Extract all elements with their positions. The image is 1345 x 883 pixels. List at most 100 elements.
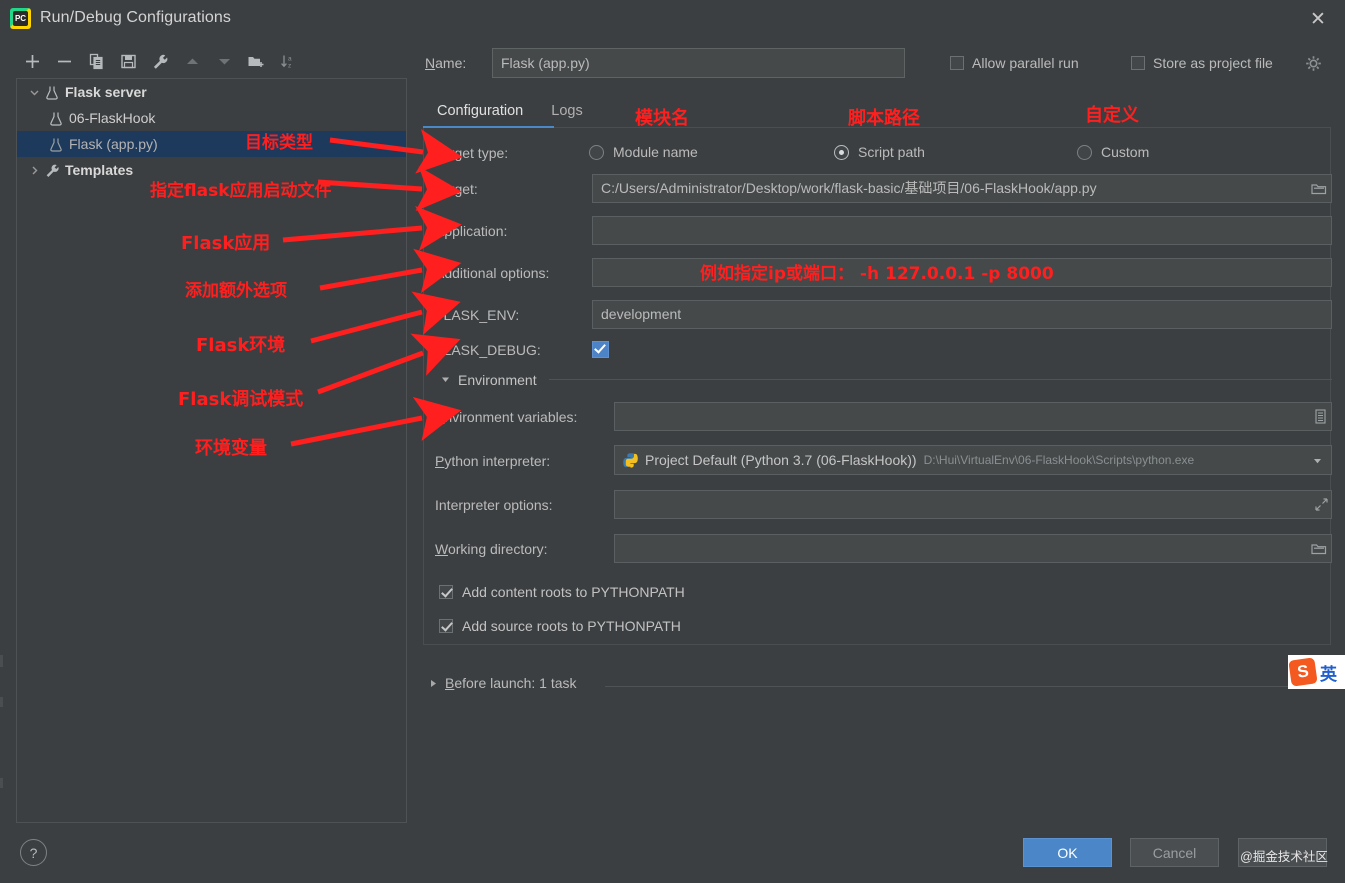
folder-icon[interactable] xyxy=(1308,535,1330,562)
python-icon xyxy=(622,452,639,469)
flask-debug-label: FLASK_DEBUG: xyxy=(435,342,541,358)
flask-icon xyxy=(47,109,65,127)
move-down-button[interactable] xyxy=(208,47,240,75)
apply-button[interactable] xyxy=(1238,838,1327,867)
name-input[interactable] xyxy=(492,48,905,78)
move-up-button[interactable] xyxy=(176,47,208,75)
section-divider xyxy=(549,379,1332,380)
edge-decoration xyxy=(0,655,3,667)
add-content-roots-checkbox[interactable]: Add content roots to PYTHONPATH xyxy=(439,584,685,600)
name-label: Name: xyxy=(425,55,467,71)
working-directory-input[interactable] xyxy=(614,534,1332,563)
interpreter-options-input[interactable] xyxy=(614,490,1332,519)
store-as-project-file-checkbox[interactable]: Store as project file xyxy=(1131,55,1273,71)
additional-options-label: Additional options: xyxy=(435,265,550,281)
remove-button[interactable] xyxy=(48,47,80,75)
annotation-custom: 自定义 xyxy=(1085,105,1139,126)
annotation-additional-options-example: 例如指定ip或端口： -h 127.0.0.1 -p 8000 xyxy=(700,264,1054,284)
interpreter-options-label: Interpreter options: xyxy=(435,497,553,513)
tree-item-flask-server[interactable]: Flask server xyxy=(17,79,406,105)
environment-section-label: Environment xyxy=(458,372,537,388)
radio-custom-label: Custom xyxy=(1101,144,1150,160)
radio-script-path-label: Script path xyxy=(858,144,925,160)
close-icon[interactable]: ✕ xyxy=(1305,6,1331,32)
new-folder-button[interactable] xyxy=(240,47,272,75)
radio-dot xyxy=(834,144,849,160)
working-directory-label: Working directory: xyxy=(435,541,548,557)
tree-item-flask-app-py[interactable]: Flask (app.py) xyxy=(17,131,406,157)
annotation-flask-debug: Flask调试模式 xyxy=(178,389,304,410)
svg-text:a: a xyxy=(288,55,292,62)
radio-module-name[interactable]: Module name xyxy=(589,144,698,160)
annotation-target-type: 目标类型 xyxy=(245,133,313,153)
flask-icon xyxy=(47,135,65,153)
application-label: Application: xyxy=(435,223,508,239)
sogou-logo-icon: S xyxy=(1288,657,1318,687)
copy-button[interactable] xyxy=(80,47,112,75)
sort-button[interactable]: a z xyxy=(272,47,304,75)
add-source-roots-label: Add source roots to PYTHONPATH xyxy=(462,618,681,634)
flask-env-input[interactable]: development xyxy=(592,300,1332,329)
annotation-target-file: 指定flask应用启动文件 xyxy=(150,181,332,201)
radio-dot xyxy=(1077,144,1092,160)
before-launch-label: Before launch: 1 task xyxy=(445,675,577,691)
flask-env-label: FLASK_ENV: xyxy=(435,307,520,323)
chevron-down-icon[interactable] xyxy=(25,83,43,101)
save-button[interactable] xyxy=(112,47,144,75)
tab-configuration[interactable]: Configuration xyxy=(423,96,537,126)
python-interpreter-value: Project Default (Python 3.7 (06-FlaskHoo… xyxy=(645,452,917,468)
sogou-ime-badge: S 英 xyxy=(1288,655,1345,689)
python-interpreter-label: Python interpreter: xyxy=(435,453,551,469)
annotation-flask-app: Flask应用 xyxy=(181,233,271,254)
store-as-project-file-label: Store as project file xyxy=(1153,55,1273,71)
checkbox-box xyxy=(439,619,453,633)
cancel-button[interactable]: Cancel xyxy=(1130,838,1219,867)
triangle-right-icon[interactable] xyxy=(428,678,438,689)
add-content-roots-label: Add content roots to PYTHONPATH xyxy=(462,584,685,600)
tab-logs[interactable]: Logs xyxy=(537,96,596,126)
gear-icon[interactable] xyxy=(1305,55,1322,75)
python-interpreter-hint: D:\Hui\VirtualEnv\06-FlaskHook\Scripts\p… xyxy=(923,453,1195,467)
target-label: Target: xyxy=(435,181,478,197)
target-input[interactable]: C:/Users/Administrator/Desktop/work/flas… xyxy=(592,174,1332,203)
folder-icon[interactable] xyxy=(1308,175,1330,202)
dialog-titlebar: PC Run/Debug Configurations ✕ xyxy=(0,0,1345,38)
chevron-right-icon[interactable] xyxy=(25,161,43,179)
allow-parallel-run-checkbox[interactable]: Allow parallel run xyxy=(950,55,1079,71)
environment-variables-label: Environment variables: xyxy=(435,409,578,425)
edge-decoration xyxy=(0,778,3,788)
add-button[interactable] xyxy=(16,47,48,75)
ime-mode-label: 英 xyxy=(1320,664,1337,684)
flask-icon xyxy=(43,83,61,101)
checkbox-box xyxy=(950,56,964,70)
wrench-icon xyxy=(43,161,61,179)
application-input[interactable] xyxy=(592,216,1332,245)
triangle-down-icon[interactable] xyxy=(440,374,451,388)
chevron-down-icon[interactable] xyxy=(1312,455,1323,466)
tree-item-label: Flask (app.py) xyxy=(69,136,158,152)
target-type-label: Target type: xyxy=(435,145,509,161)
before-launch-section[interactable]: Before launch: 1 task xyxy=(428,675,577,691)
checkbox-box xyxy=(439,585,453,599)
ok-button[interactable]: OK xyxy=(1023,838,1112,867)
checkbox-box xyxy=(592,341,609,358)
annotation-flask-env: Flask环境 xyxy=(196,335,286,356)
environment-variables-input[interactable] xyxy=(614,402,1332,431)
tree-item-06-flaskhook[interactable]: 06-FlaskHook xyxy=(17,105,406,131)
expand-icon[interactable] xyxy=(1310,491,1332,518)
svg-text:z: z xyxy=(288,62,291,69)
edit-templates-button[interactable] xyxy=(144,47,176,75)
pycharm-icon-label: PC xyxy=(13,11,28,26)
add-source-roots-checkbox[interactable]: Add source roots to PYTHONPATH xyxy=(439,618,681,634)
radio-dot xyxy=(589,144,604,160)
annotation-additional-options: 添加额外选项 xyxy=(185,281,287,301)
run-debug-configurations-dialog: PC Run/Debug Configurations ✕ a z Flask … xyxy=(0,0,1345,883)
radio-custom[interactable]: Custom xyxy=(1077,144,1149,160)
python-interpreter-dropdown[interactable]: Project Default (Python 3.7 (06-FlaskHoo… xyxy=(614,445,1332,475)
annotation-script-path: 脚本路径 xyxy=(848,108,920,129)
help-button[interactable]: ? xyxy=(20,839,47,866)
radio-script-path[interactable]: Script path xyxy=(834,144,925,160)
edge-decoration xyxy=(0,697,3,707)
list-edit-icon[interactable] xyxy=(1309,403,1331,430)
flask-debug-checkbox[interactable] xyxy=(592,341,609,361)
